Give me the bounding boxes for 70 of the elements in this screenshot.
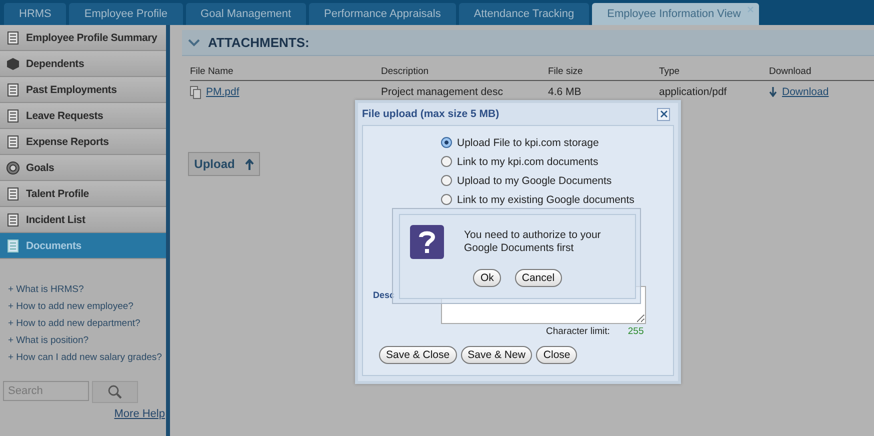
download-link[interactable]: Download bbox=[782, 86, 829, 98]
dialog-button[interactable]: Close bbox=[536, 346, 578, 364]
document-icon bbox=[6, 186, 20, 200]
upload-button[interactable]: Upload bbox=[188, 152, 260, 176]
radio-button[interactable] bbox=[441, 175, 452, 186]
help-link[interactable]: + How to add new department? bbox=[8, 318, 166, 329]
alert-button[interactable]: Cancel bbox=[514, 269, 562, 287]
alert-button[interactable]: Ok bbox=[473, 269, 501, 287]
tab[interactable]: Performance Appraisals bbox=[309, 3, 456, 25]
option-label: Link to my existing Google documents bbox=[457, 194, 634, 206]
table-cell-text: Project management desc bbox=[381, 86, 504, 98]
chevron-icon[interactable] bbox=[188, 38, 200, 46]
cube-icon bbox=[6, 56, 20, 70]
sidebar-item[interactable]: Expense Reports bbox=[0, 129, 166, 155]
character-limit-label: Character limit: bbox=[546, 326, 610, 337]
sidebar-item[interactable]: Talent Profile bbox=[0, 181, 166, 207]
alert-message: You need to authorize to your Google Documents first bbox=[464, 229, 602, 255]
document-icon bbox=[6, 30, 20, 44]
question-icon bbox=[410, 225, 444, 259]
option-label: Upload File to kpi.com storage bbox=[457, 136, 599, 148]
help-link[interactable]: + How can I add new salary grades? bbox=[8, 352, 166, 363]
help-link[interactable]: + What is HRMS? bbox=[8, 284, 166, 295]
tab[interactable]: Employee Information View bbox=[592, 3, 759, 25]
close-button[interactable] bbox=[657, 108, 670, 120]
character-limit-value: 255 bbox=[628, 326, 644, 337]
help-link[interactable]: + What is position? bbox=[8, 335, 166, 346]
table-cell-text: 4.6 MB bbox=[548, 86, 582, 98]
up-arrow-icon bbox=[244, 158, 254, 170]
search-button[interactable] bbox=[92, 381, 138, 403]
search-field[interactable]: Search bbox=[3, 381, 89, 401]
sidebar-item[interactable]: Incident List bbox=[0, 207, 166, 233]
table-cell-text: application/pdf bbox=[659, 86, 728, 98]
column-header: File Name bbox=[190, 66, 234, 79]
sidebar-item[interactable]: Goals bbox=[0, 155, 166, 181]
file-link[interactable]: PM.pdf bbox=[206, 86, 240, 98]
option-label: Upload to my Google Documents bbox=[457, 174, 612, 186]
target-icon bbox=[6, 160, 20, 174]
sidebar-item[interactable]: Leave Requests bbox=[0, 103, 166, 129]
document-icon bbox=[6, 82, 20, 96]
option-label: Link to my kpi.com documents bbox=[457, 156, 598, 168]
sidebar-item[interactable]: Dependents bbox=[0, 51, 166, 77]
radio-button[interactable] bbox=[441, 137, 452, 148]
dialog-button[interactable]: Save & New bbox=[460, 346, 532, 364]
section-title: ATTACHMENTS: bbox=[208, 35, 310, 50]
sidebar-item[interactable]: Documents bbox=[0, 233, 166, 259]
tab[interactable]: Attendance Tracking bbox=[458, 3, 590, 25]
down-arrow-icon bbox=[769, 87, 777, 97]
description-label: Desc bbox=[373, 290, 395, 300]
more-help-link[interactable]: More Help bbox=[114, 408, 165, 420]
document-icon bbox=[6, 238, 20, 252]
sidebar-item[interactable]: Employee Profile Summary bbox=[0, 25, 166, 51]
document-icon bbox=[6, 212, 20, 226]
document-icon bbox=[6, 134, 20, 148]
file-icon bbox=[190, 86, 201, 98]
column-header: File size bbox=[548, 66, 584, 79]
search-icon bbox=[107, 384, 123, 400]
help-link[interactable]: + How to add new employee? bbox=[8, 301, 166, 312]
close-icon bbox=[660, 110, 668, 118]
column-header: Description bbox=[381, 66, 430, 79]
column-header: Download bbox=[769, 66, 812, 79]
column-header: Type bbox=[659, 66, 681, 79]
dialog-button[interactable]: Save & Close bbox=[379, 346, 457, 364]
radio-button[interactable] bbox=[441, 156, 452, 167]
tab[interactable]: Employee Profile bbox=[69, 3, 183, 25]
document-icon bbox=[6, 108, 20, 122]
dialog-title: File upload (max size 5 MB) bbox=[362, 108, 500, 120]
tab[interactable]: Goal Management bbox=[186, 3, 306, 25]
tab[interactable]: HRMS bbox=[4, 3, 66, 25]
radio-button[interactable] bbox=[441, 194, 452, 205]
sidebar-item[interactable]: Past Employments bbox=[0, 77, 166, 103]
